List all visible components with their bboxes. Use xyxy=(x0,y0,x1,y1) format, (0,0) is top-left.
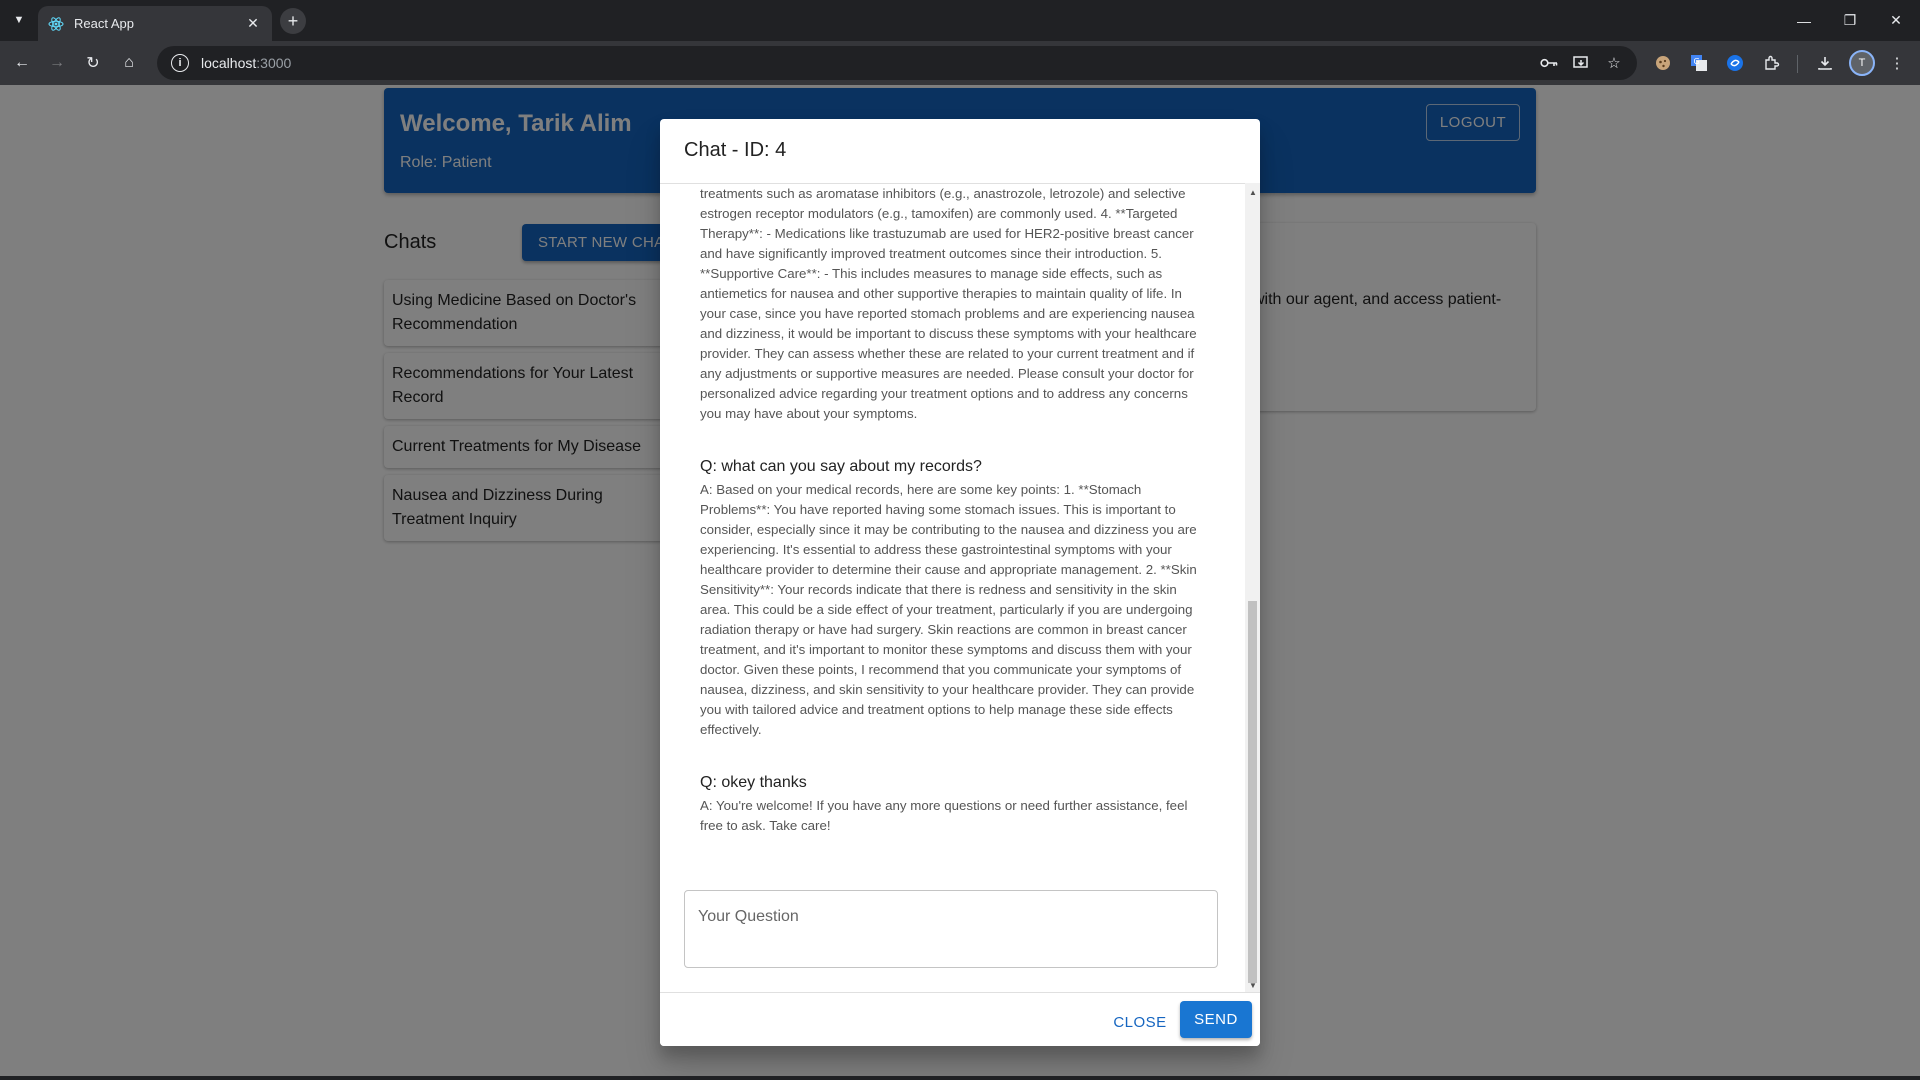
answer-text: A: Based on your medical records, here a… xyxy=(700,482,1197,737)
chat-message: Q: okey thanks A: You're welcome! If you… xyxy=(700,774,1205,836)
password-key-icon[interactable] xyxy=(1538,52,1560,74)
scroll-down-arrow-icon[interactable]: ▼ xyxy=(1249,981,1257,990)
reload-icon[interactable]: ↻ xyxy=(79,49,107,77)
forward-arrow-icon[interactable]: → xyxy=(43,49,71,77)
tab-title: React App xyxy=(74,16,134,31)
profile-avatar[interactable]: T xyxy=(1849,50,1875,76)
scroll-up-arrow-icon[interactable]: ▲ xyxy=(1249,188,1257,197)
home-icon[interactable]: ⌂ xyxy=(115,49,143,77)
translate-extension-icon[interactable]: G xyxy=(1688,52,1710,74)
address-bar[interactable]: i localhost:3000 xyxy=(157,46,1637,80)
minimize-icon[interactable]: — xyxy=(1781,0,1827,41)
browser-menu-icon[interactable]: ⋮ xyxy=(1886,52,1908,74)
question-input[interactable]: Your Question xyxy=(684,890,1218,968)
downloads-icon[interactable] xyxy=(1814,52,1836,74)
chat-messages: depending on receptor status. For hormon… xyxy=(660,184,1245,836)
url-host: localhost xyxy=(201,55,257,71)
dialog-actions: CLOSE SEND xyxy=(660,992,1260,1046)
extensions-puzzle-icon[interactable] xyxy=(1761,52,1783,74)
site-info-icon[interactable]: i xyxy=(171,54,189,72)
chat-dialog: Chat - ID: 4 depending on receptor statu… xyxy=(660,119,1260,1046)
svg-text:G: G xyxy=(1694,57,1700,66)
tab-search-chevron-icon[interactable]: ▼ xyxy=(8,9,30,31)
window-close-icon[interactable]: ✕ xyxy=(1873,0,1919,41)
react-logo-icon xyxy=(48,16,64,32)
dialog-title: Chat - ID: 4 xyxy=(684,139,787,161)
scrollbar-thumb[interactable] xyxy=(1248,601,1257,983)
extension-cookie-icon[interactable] xyxy=(1652,52,1674,74)
question-text: Q: okey thanks xyxy=(700,774,807,791)
install-app-icon[interactable] xyxy=(1570,52,1592,74)
chat-message: depending on receptor status. For hormon… xyxy=(700,184,1205,424)
answer-text: A: You're welcome! If you have any more … xyxy=(700,798,1188,833)
send-button[interactable]: SEND xyxy=(1180,1001,1252,1038)
answer-text: depending on receptor status. For hormon… xyxy=(700,186,1197,421)
browser-tab-bar: ▼ React App ✕ + — ❐ ✕ xyxy=(0,0,1920,41)
restore-icon[interactable]: ❐ xyxy=(1827,0,1873,41)
new-tab-plus-icon[interactable]: + xyxy=(280,8,306,34)
taskbar-edge xyxy=(0,1076,1920,1080)
url-port: :3000 xyxy=(256,55,292,71)
toolbar-separator xyxy=(1797,55,1798,73)
bookmark-star-icon[interactable]: ☆ xyxy=(1603,52,1625,74)
blue-extension-icon[interactable] xyxy=(1724,52,1746,74)
browser-tab[interactable]: React App ✕ xyxy=(38,6,272,41)
browser-toolbar: ← → ↻ ⌂ i localhost:3000 ☆ G T ⋮ xyxy=(0,41,1920,85)
back-arrow-icon[interactable]: ← xyxy=(8,49,36,77)
tab-close-icon[interactable]: ✕ xyxy=(244,15,262,32)
close-button[interactable]: CLOSE xyxy=(1108,1004,1172,1040)
dialog-scrollbar[interactable]: ▲ ▼ xyxy=(1245,183,1260,992)
question-text: Q: what can you say about my records? xyxy=(700,458,982,475)
chat-message: Q: what can you say about my records? A:… xyxy=(700,458,1205,740)
question-placeholder: Your Question xyxy=(698,908,799,925)
